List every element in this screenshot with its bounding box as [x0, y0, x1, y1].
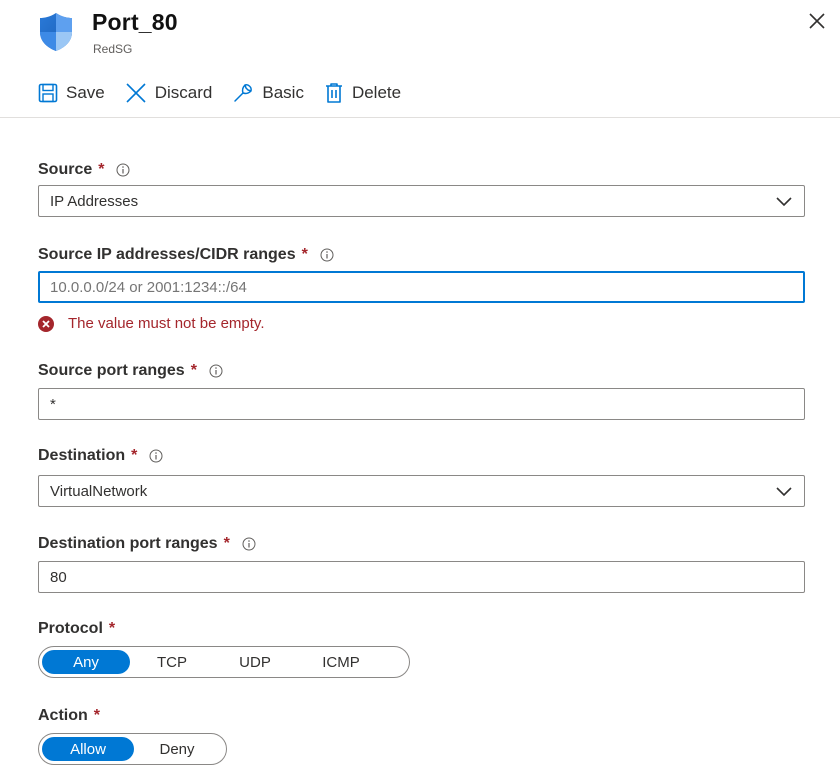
source-dropdown[interactable]: IP Addresses	[38, 185, 805, 217]
destination-dropdown[interactable]: VirtualNetwork	[38, 475, 805, 507]
discard-label: Discard	[154, 83, 213, 102]
delete-button[interactable]: Delete	[324, 82, 401, 104]
wrench-icon	[234, 84, 253, 102]
error-message: The value must not be empty.	[68, 315, 265, 332]
required-asterisk: *	[93, 707, 101, 724]
save-label: Save	[66, 83, 105, 102]
protocol-toggle-group: Any TCP UDP ICMP	[38, 646, 410, 678]
source-ports-label-text: Source port ranges	[38, 362, 185, 379]
required-asterisk: *	[131, 447, 138, 464]
page-subtitle: RedSG	[93, 42, 133, 56]
destination-ports-label-text: Destination port ranges	[38, 535, 218, 552]
destination-selected-value: VirtualNetwork	[50, 482, 148, 500]
destination-label-text: Destination	[38, 447, 126, 464]
protocol-label: Protocol *	[38, 620, 115, 638]
save-button[interactable]: Save	[38, 83, 105, 103]
action-label: Action *	[38, 707, 100, 725]
info-icon[interactable]	[242, 537, 256, 551]
close-icon[interactable]	[806, 10, 828, 32]
page-title: Port_80	[92, 9, 178, 35]
command-bar: Save Discard Basic Delete	[38, 80, 421, 106]
action-option-deny[interactable]: Deny	[134, 737, 220, 761]
delete-label: Delete	[351, 83, 402, 102]
basic-button[interactable]: Basic	[232, 82, 304, 104]
protocol-option-icmp[interactable]: ICMP	[296, 650, 386, 674]
destination-ports-value: 80	[50, 568, 67, 586]
info-icon[interactable]	[209, 364, 223, 378]
source-ports-label: Source port ranges *	[38, 362, 223, 380]
required-asterisk: *	[301, 246, 308, 263]
destination-ports-input[interactable]: 80	[38, 561, 805, 593]
source-selected-value: IP Addresses	[50, 192, 139, 210]
chevron-down-icon	[776, 197, 792, 207]
discard-button[interactable]: Discard	[125, 82, 213, 104]
protocol-option-tcp[interactable]: TCP	[130, 650, 214, 674]
trash-icon	[325, 83, 342, 103]
discard-icon	[126, 83, 146, 103]
required-asterisk: *	[108, 620, 116, 637]
source-ip-label-text: Source IP addresses/CIDR ranges	[38, 246, 296, 263]
source-label: Source *	[38, 161, 130, 179]
source-ports-value: *	[50, 395, 56, 413]
protocol-label-text: Protocol	[38, 620, 103, 637]
info-icon[interactable]	[116, 163, 130, 177]
required-asterisk: *	[223, 535, 230, 552]
action-option-allow[interactable]: Allow	[42, 737, 134, 761]
source-ip-input-box[interactable]	[38, 271, 805, 303]
info-icon[interactable]	[320, 248, 334, 262]
required-asterisk: *	[98, 161, 105, 178]
protocol-option-any[interactable]: Any	[42, 650, 130, 674]
source-label-text: Source	[38, 161, 93, 178]
error-icon	[38, 315, 54, 332]
info-icon[interactable]	[149, 449, 163, 463]
source-ip-label: Source IP addresses/CIDR ranges *	[38, 246, 334, 264]
basic-label: Basic	[262, 83, 304, 102]
source-ports-input[interactable]: *	[38, 388, 805, 420]
shield-icon	[40, 13, 72, 51]
action-label-text: Action	[38, 707, 88, 724]
validation-error: The value must not be empty.	[38, 315, 265, 332]
action-toggle-group: Allow Deny	[38, 733, 227, 765]
save-icon	[38, 83, 58, 103]
source-ip-input[interactable]	[50, 278, 803, 296]
chevron-down-icon	[776, 487, 792, 497]
required-asterisk: *	[190, 362, 197, 379]
destination-label: Destination *	[38, 447, 163, 465]
destination-ports-label: Destination port ranges *	[38, 535, 256, 553]
blade-header: Port_80 RedSG Save Discard Basic Delete	[0, 0, 840, 118]
protocol-option-udp[interactable]: UDP	[214, 650, 296, 674]
